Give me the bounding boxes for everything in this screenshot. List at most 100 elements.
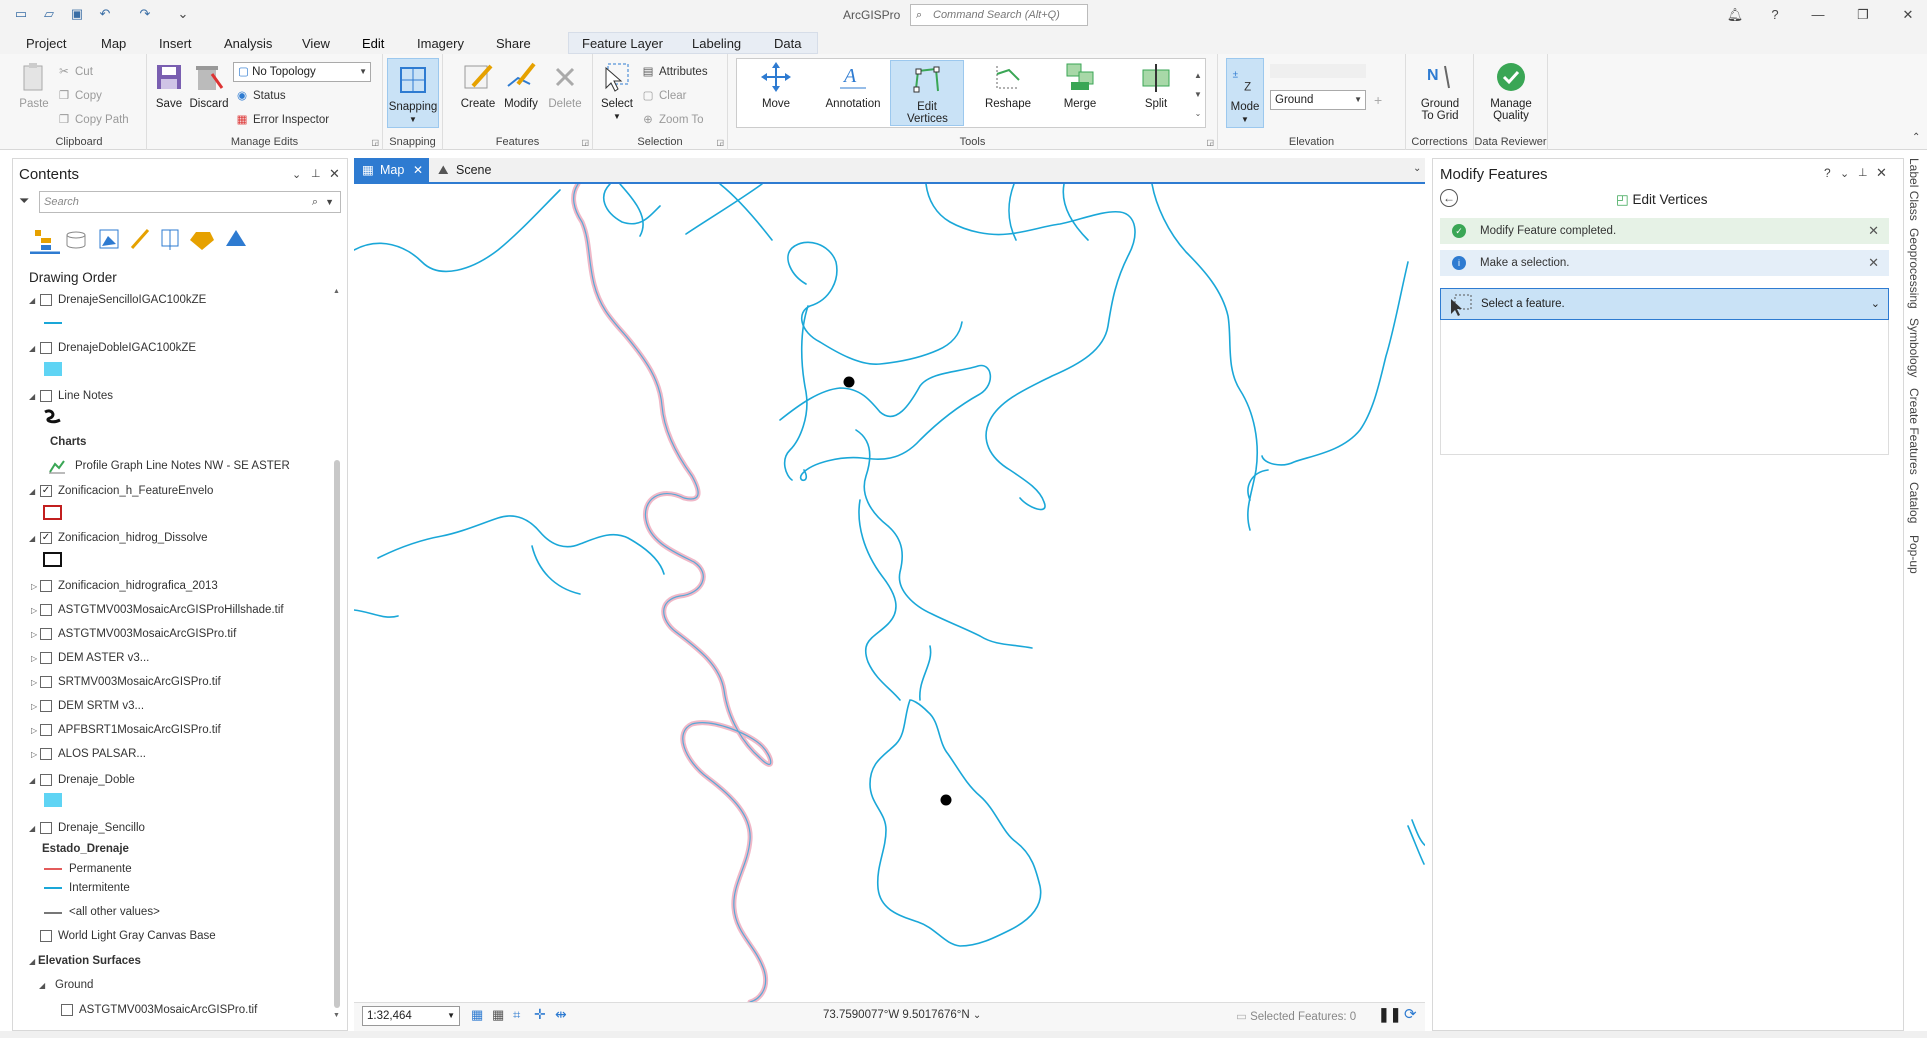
collapse-icon[interactable]: ▷ [31,702,37,711]
collapse-icon[interactable]: ▷ [31,750,37,759]
side-tab-label-class[interactable]: Label Class [1907,158,1921,221]
tab-analysis[interactable]: Analysis [224,36,272,51]
create-button[interactable]: Create [458,60,498,110]
error-inspector-button[interactable]: ▦ Error Inspector [235,112,330,126]
launcher-icon[interactable]: ◲ [371,138,379,147]
scroll-down-icon[interactable]: ▼ [333,1012,340,1019]
save-edits-button[interactable]: Save [151,60,187,110]
layer-srtm-mosaic[interactable]: SRTMV003MosaicArcGISPro.tif [58,676,221,688]
scroll-up-icon[interactable]: ▲ [333,288,340,295]
other-values-symbol[interactable] [44,912,62,914]
paste-button[interactable]: Paste [16,60,52,110]
add-surface-icon[interactable]: + [1374,92,1382,108]
layer-alos-palsar[interactable]: ALOS PALSAR... [58,748,146,760]
side-tab-catalog[interactable]: Catalog [1907,482,1921,523]
collapse-icon[interactable]: ▷ [31,630,37,639]
select-button[interactable]: Select ▼ [599,60,635,122]
restore-icon[interactable]: ❐ [1848,5,1878,25]
expand-icon[interactable]: ◢ [29,296,35,305]
tabs-overflow-icon[interactable]: ⌄ [1413,163,1421,174]
layer-zonificacion-2013[interactable]: Zonificacion_hidrografica_2013 [58,580,218,592]
tab-labeling[interactable]: Labeling [692,36,741,51]
tool-move[interactable]: Move [746,60,806,110]
contents-search-input[interactable]: Search ⌕ ▼ [39,191,341,213]
tool-split[interactable]: Split [1126,60,1186,110]
redo-icon[interactable]: ↷ [136,6,154,22]
save-icon[interactable]: ▣ [68,6,86,22]
polygon-symbol[interactable] [43,505,62,520]
fill-symbol[interactable] [44,362,62,376]
launcher-icon[interactable]: ◲ [716,138,724,147]
permanente-symbol[interactable] [44,868,62,870]
select-feature-dropdown[interactable]: Select a feature. ⌄ [1440,288,1889,320]
command-search-input[interactable]: ⌕ Command Search (Alt+Q) [910,4,1088,26]
layer-drenaje-sencillo[interactable]: Drenaje_Sencillo [58,822,145,834]
topology-dropdown[interactable]: ▢ No Topology ▼ [233,62,371,82]
discard-edits-button[interactable]: Discard [187,60,231,110]
intermitente-symbol[interactable] [44,887,62,889]
notifications-icon[interactable]: 🔔︎ [1720,5,1750,25]
correction-icon[interactable]: ⇹ [555,1006,567,1023]
layer-drenaje-doble[interactable]: Drenaje_Doble [58,774,135,786]
collapse-icon[interactable]: ▷ [31,678,37,687]
snapping-toggle-icon[interactable]: ✛ [534,1006,546,1023]
pane-options-icon[interactable]: ⌄ [1840,167,1849,180]
clear-selection-button[interactable]: ▢ Clear [641,88,687,102]
filter-icon[interactable]: ⏷ [19,193,29,209]
open-icon[interactable]: ▱ [40,6,58,22]
layer-line-notes[interactable]: Line Notes [58,390,113,402]
layer-visibility-checkbox[interactable]: ✓ [40,532,52,544]
layer-drenaje-sencillo-igac[interactable]: DrenajeSencilloIGAC100kZE [58,294,206,306]
expand-icon[interactable]: ◢ [29,534,35,543]
undo-icon[interactable]: ↶ [96,6,114,22]
tab-feature-layer[interactable]: Feature Layer [582,36,663,51]
customize-icon[interactable]: ⌄ [174,6,192,22]
expand-icon[interactable]: ◢ [29,824,35,833]
side-tab-symbology[interactable]: Symbology [1907,318,1921,377]
layer-zonificacion-envelope[interactable]: Zonificacion_h_FeatureEnvelo [58,485,213,497]
map-canvas[interactable] [354,182,1425,1002]
layer-visibility-checkbox[interactable] [40,390,52,402]
collapse-icon[interactable]: ▷ [31,582,37,591]
pane-options-icon[interactable]: ⌄ [292,168,301,181]
side-tab-popup[interactable]: Pop-up [1907,535,1921,574]
close-pane-icon[interactable]: ✕ [329,166,340,182]
collapse-ribbon-icon[interactable]: ⌃ [1912,132,1920,143]
refresh-icon[interactable]: ⟳ [1404,1005,1417,1023]
layer-visibility-checkbox[interactable] [40,342,52,354]
tool-annotation[interactable]: A Annotation [818,60,888,110]
grid-icon[interactable]: ▦ [492,1007,504,1023]
expand-icon[interactable]: ◢ [29,344,35,353]
expand-icon[interactable]: ◢ [29,776,35,785]
layer-dem-aster[interactable]: DEM ASTER v3... [58,652,149,664]
layer-visibility-checkbox[interactable] [40,774,52,786]
fixed-zoom-icon[interactable]: ▦ [471,1007,483,1023]
layer-visibility-checkbox[interactable] [61,1004,73,1016]
contents-scrollbar[interactable]: ▲ ▼ [333,288,341,1020]
pin-icon[interactable]: ⊥ [1858,166,1868,179]
help-icon[interactable]: ? [1760,5,1790,25]
layer-visibility-checkbox[interactable] [40,628,52,640]
tab-map-view[interactable]: ▦ Map ✕ [354,158,429,182]
tool-reshape[interactable]: Reshape [973,60,1043,110]
layer-visibility-checkbox[interactable] [40,580,52,592]
layer-visibility-checkbox[interactable] [40,700,52,712]
dismiss-icon[interactable]: ✕ [1868,250,1879,276]
expand-icon[interactable]: ◢ [39,981,45,990]
manage-quality-button[interactable]: Manage Quality [1480,60,1542,122]
extent-icon[interactable]: ⌗ [513,1007,520,1023]
status-button[interactable]: ◉ Status [235,88,286,102]
tab-imagery[interactable]: Imagery [417,36,464,51]
close-tab-icon[interactable]: ✕ [413,158,423,182]
elevation-surfaces-heading[interactable]: Elevation Surfaces [38,955,141,967]
back-arrow-icon[interactable]: ← [1440,189,1458,207]
new-project-icon[interactable]: ▭ [12,6,30,22]
line-notes-symbol[interactable] [42,408,64,424]
snapping-button[interactable]: Snapping ▼ [387,58,439,128]
layer-visibility-checkbox[interactable] [40,930,52,942]
selection-list[interactable] [1440,320,1889,455]
modify-button[interactable]: Modify [501,60,541,110]
help-icon[interactable]: ? [1824,166,1831,180]
layer-zonificacion-dissolve[interactable]: Zonificacion_hidrog_Dissolve [58,532,208,544]
drainage-map[interactable] [354,184,1425,1002]
